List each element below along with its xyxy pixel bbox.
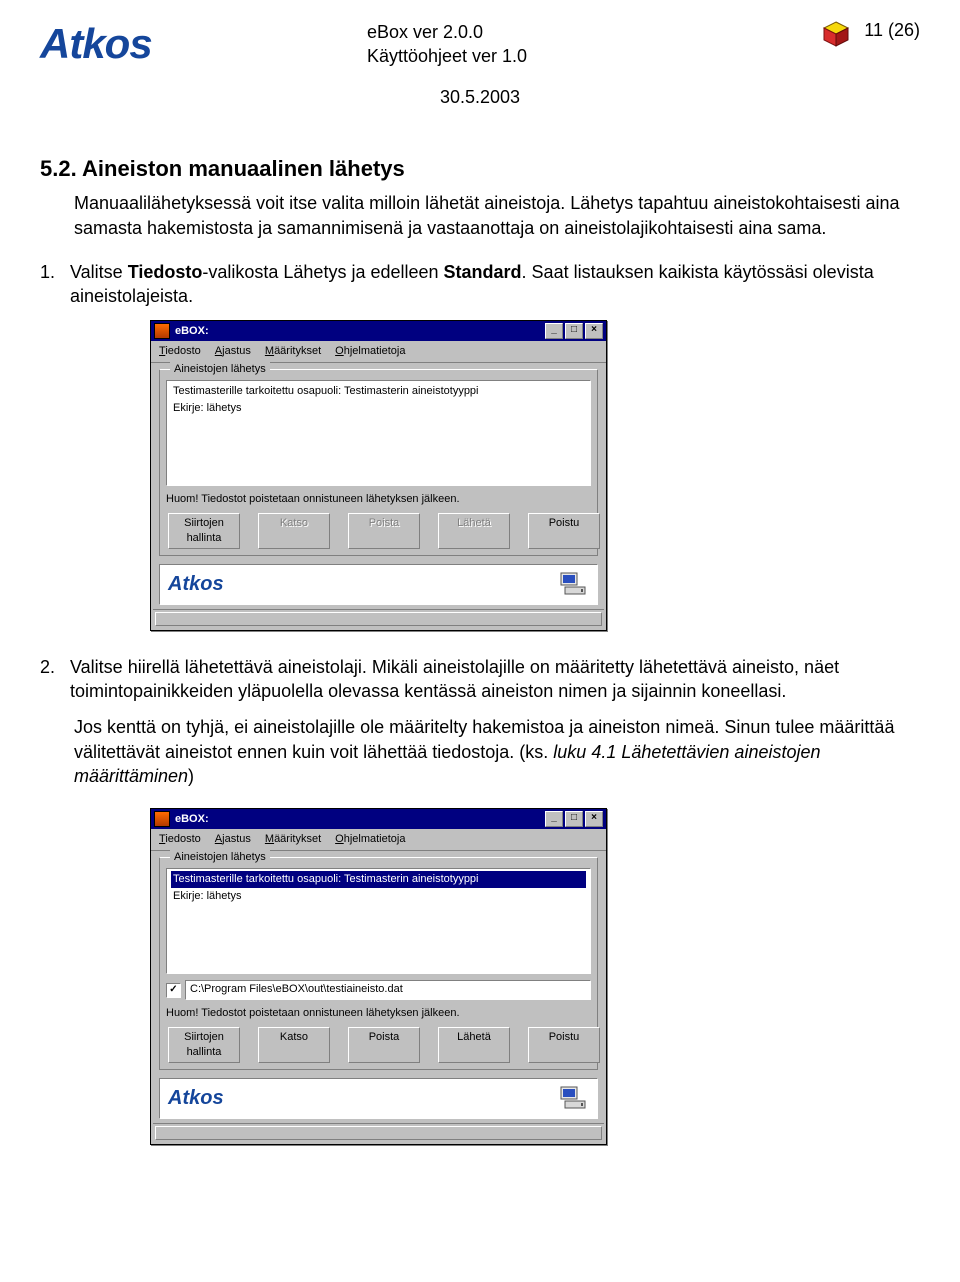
list-item[interactable]: Ekirje: lähetys	[171, 400, 586, 417]
material-listbox[interactable]: Testimasterille tarkoitettu osapuoli: Te…	[166, 380, 591, 486]
menu-maaritykset[interactable]: Määritykset	[265, 832, 321, 847]
status-bar	[153, 609, 604, 628]
section-title-text: Aineiston manuaalinen lähetys	[82, 156, 405, 181]
document-page: Atkos eBox ver 2.0.0 Käyttöohjeet ver 1.…	[0, 0, 960, 1282]
computer-icon	[559, 1085, 589, 1111]
siirtojen-hallinta-button[interactable]: Siirtojen hallinta	[168, 1027, 240, 1063]
menu-tiedosto[interactable]: Tiedosto	[159, 344, 201, 359]
minimize-button[interactable]: _	[545, 323, 563, 339]
list-item[interactable]: Testimasterille tarkoitettu osapuoli: Te…	[171, 383, 586, 400]
laheta-button[interactable]: Lähetä	[438, 1027, 510, 1063]
window-titlebar[interactable]: eBOX: _ □ ×	[151, 321, 606, 341]
step-text: Valitse Tiedosto-valikosta Lähetys ja ed…	[70, 260, 920, 309]
window-title: eBOX:	[175, 812, 540, 827]
step-text: Valitse hiirellä lähetettävä aineistolaj…	[70, 655, 920, 704]
menu-ohjelmatietoja[interactable]: Ohjelmatietoja	[335, 832, 405, 847]
group-aineistojen-lahetys: Aineistojen lähetys Testimasterille tark…	[159, 369, 598, 556]
step-number: 1.	[40, 260, 62, 309]
path-row: ✓ C:\Program Files\eBOX\out\testiaineist…	[166, 980, 591, 1000]
note-text: Huom! Tiedostot poistetaan onnistuneen l…	[166, 1006, 591, 1021]
poista-button[interactable]: Poista	[348, 1027, 420, 1063]
list-item[interactable]: Ekirje: lähetys	[171, 888, 586, 905]
ebox-window-1: eBOX: _ □ × Tiedosto Ajastus Määritykset…	[150, 320, 607, 630]
note-text: Huom! Tiedostot poistetaan onnistuneen l…	[166, 492, 591, 507]
computer-icon	[559, 571, 589, 597]
header-right: 11 (26)	[822, 20, 920, 48]
page-number: 11 (26)	[864, 20, 920, 41]
app-icon	[154, 811, 170, 827]
section-heading: 5.2. Aineiston manuaalinen lähetys	[40, 154, 920, 184]
brand-bar: Atkos	[159, 564, 598, 605]
menu-maaritykset[interactable]: Määritykset	[265, 344, 321, 359]
poista-button[interactable]: Poista	[348, 513, 420, 549]
doc-title-block: eBox ver 2.0.0 Käyttöohjeet ver 1.0	[367, 20, 527, 69]
group-label: Aineistojen lähetys	[170, 850, 270, 865]
brand-text: Atkos	[168, 1085, 224, 1112]
page-header: Atkos eBox ver 2.0.0 Käyttöohjeet ver 1.…	[40, 20, 920, 69]
button-row: Siirtojen hallinta Katso Poista Lähetä P…	[166, 513, 591, 549]
paragraph-note: Jos kenttä on tyhjä, ei aineistolajille …	[74, 715, 920, 788]
menu-ajastus[interactable]: Ajastus	[215, 344, 251, 359]
menu-ajastus[interactable]: Ajastus	[215, 832, 251, 847]
window-title: eBOX:	[175, 324, 540, 339]
minimize-button[interactable]: _	[545, 811, 563, 827]
group-aineistojen-lahetys: Aineistojen lähetys Testimasterille tark…	[159, 857, 598, 1070]
step-2: 2. Valitse hiirellä lähetettävä aineisto…	[40, 655, 920, 704]
path-field[interactable]: C:\Program Files\eBOX\out\testiaineisto.…	[185, 980, 591, 1000]
status-cell	[155, 1126, 602, 1140]
doc-title-line1: eBox ver 2.0.0	[367, 20, 527, 44]
path-checkbox[interactable]: ✓	[166, 983, 181, 998]
group-label: Aineistojen lähetys	[170, 362, 270, 377]
menu-bar: Tiedosto Ajastus Määritykset Ohjelmatiet…	[151, 829, 606, 851]
katso-button[interactable]: Katso	[258, 1027, 330, 1063]
katso-button[interactable]: Katso	[258, 513, 330, 549]
list-item-selected[interactable]: Testimasterille tarkoitettu osapuoli: Te…	[171, 871, 586, 888]
step-number: 2.	[40, 655, 62, 704]
app-icon	[154, 323, 170, 339]
ebox-window-2: eBOX: _ □ × Tiedosto Ajastus Määritykset…	[150, 808, 607, 1144]
maximize-button[interactable]: □	[565, 323, 583, 339]
material-listbox[interactable]: Testimasterille tarkoitettu osapuoli: Te…	[166, 868, 591, 974]
section-number: 5.2.	[40, 156, 77, 181]
siirtojen-hallinta-button[interactable]: Siirtojen hallinta	[168, 513, 240, 549]
document-date: 30.5.2003	[40, 87, 920, 108]
brand-text: Atkos	[168, 571, 224, 598]
status-cell	[155, 612, 602, 626]
close-button[interactable]: ×	[585, 811, 603, 827]
button-row: Siirtojen hallinta Katso Poista Lähetä P…	[166, 1027, 591, 1063]
brand-bar: Atkos	[159, 1078, 598, 1119]
doc-title-line2: Käyttöohjeet ver 1.0	[367, 44, 527, 68]
cube-icon	[822, 20, 850, 48]
laheta-button[interactable]: Lähetä	[438, 513, 510, 549]
close-button[interactable]: ×	[585, 323, 603, 339]
intro-paragraph: Manuaalilähetyksessä voit itse valita mi…	[74, 191, 920, 240]
document-body: 5.2. Aineiston manuaalinen lähetys Manua…	[40, 154, 920, 1145]
menu-ohjelmatietoja[interactable]: Ohjelmatietoja	[335, 344, 405, 359]
maximize-button[interactable]: □	[565, 811, 583, 827]
menu-tiedosto[interactable]: Tiedosto	[159, 832, 201, 847]
brand-logo: Atkos	[40, 20, 152, 68]
poistu-button[interactable]: Poistu	[528, 513, 600, 549]
poistu-button[interactable]: Poistu	[528, 1027, 600, 1063]
step-1: 1. Valitse Tiedosto-valikosta Lähetys ja…	[40, 260, 920, 309]
window-titlebar[interactable]: eBOX: _ □ ×	[151, 809, 606, 829]
menu-bar: Tiedosto Ajastus Määritykset Ohjelmatiet…	[151, 341, 606, 363]
status-bar	[153, 1123, 604, 1142]
